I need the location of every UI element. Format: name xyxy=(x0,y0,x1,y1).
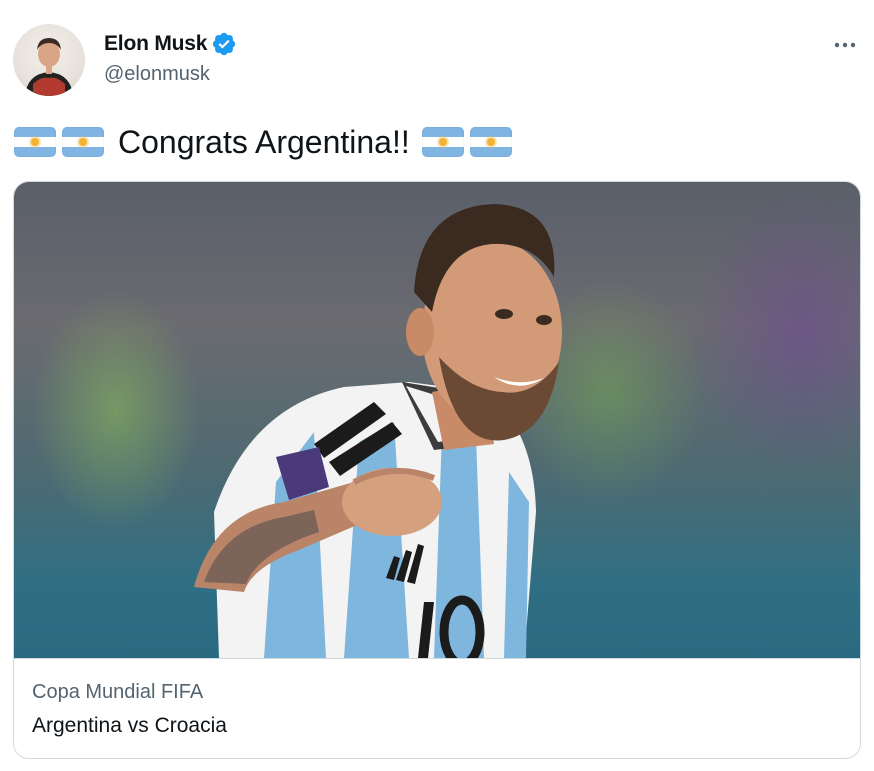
author-name-row[interactable]: Elon Musk xyxy=(104,31,237,57)
more-options-button[interactable] xyxy=(830,30,860,60)
ellipsis-icon xyxy=(834,42,856,48)
tweet-text-label: Congrats Argentina!! xyxy=(118,124,410,160)
argentina-flag-icon xyxy=(62,127,104,157)
card-image[interactable] xyxy=(14,182,860,658)
avatar-photo xyxy=(25,38,73,96)
card-title: Argentina vs Croacia xyxy=(32,714,227,737)
author-name[interactable]: Elon Musk xyxy=(104,32,207,56)
argentina-flag-icon xyxy=(469,127,512,157)
card-meta[interactable]: Copa Mundial FIFA Argentina vs Croacia xyxy=(14,658,860,758)
argentina-flag-icon xyxy=(421,127,464,157)
tweet-text: Congrats Argentina!! xyxy=(14,122,512,162)
player-photo xyxy=(194,204,562,658)
verified-badge-icon xyxy=(211,31,237,57)
author-avatar[interactable] xyxy=(13,24,85,96)
author-handle[interactable]: @elonmusk xyxy=(104,63,210,86)
argentina-flag-icon xyxy=(14,127,56,157)
card-domain: Copa Mundial FIFA xyxy=(32,681,204,703)
link-card[interactable]: Copa Mundial FIFA Argentina vs Croacia xyxy=(13,181,861,759)
tweet: Elon Musk @elonmusk Congrats Argentina!! xyxy=(0,0,874,771)
